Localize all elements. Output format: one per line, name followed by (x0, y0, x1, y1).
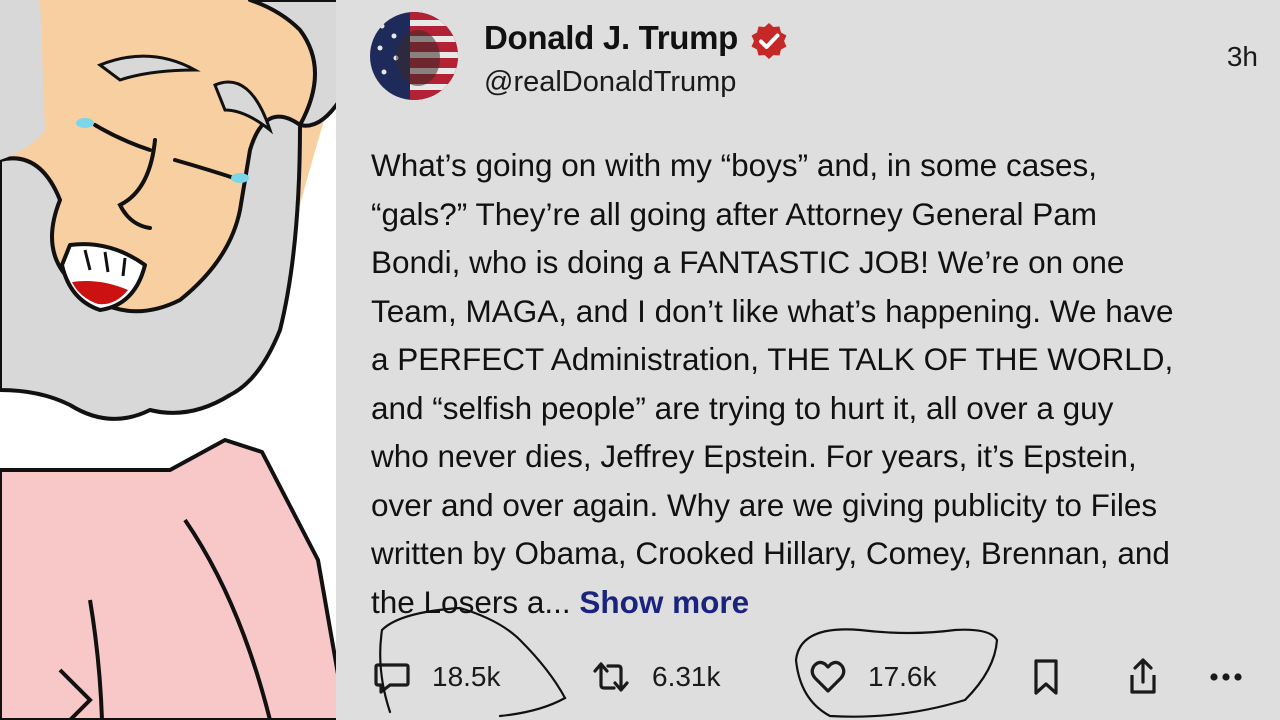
post-timestamp[interactable]: 3h (1227, 41, 1258, 73)
post-card: Donald J. Trump @realDonaldTrump 3h What… (336, 0, 1280, 720)
share-icon (1130, 658, 1156, 694)
crying-cartoon-image (0, 0, 360, 720)
repost-icon (593, 662, 629, 692)
verified-badge-icon (751, 23, 787, 59)
post-text-content: What’s going on with my “boys” and, in s… (371, 147, 1174, 620)
bookmark-icon (1034, 659, 1058, 695)
like-count: 17.6k (868, 661, 937, 692)
share-button[interactable] (1124, 648, 1162, 706)
post-text: What’s going on with my “boys” and, in s… (371, 141, 1271, 626)
more-icon (1210, 673, 1242, 681)
author-handle[interactable]: @realDonaldTrump (484, 66, 736, 99)
reply-count: 18.5k (432, 661, 501, 692)
more-options-button[interactable] (1208, 648, 1244, 706)
flag-portrait-image (370, 12, 458, 100)
author-name[interactable]: Donald J. Trump (484, 19, 738, 57)
reply-button[interactable]: 18.5k (372, 648, 501, 706)
screenshot: Donald J. Trump @realDonaldTrump 3h What… (0, 0, 1280, 720)
post-actions-bar: 18.5k 6.31k 17.6k (336, 648, 1280, 706)
show-more-link[interactable]: Show more (579, 584, 749, 620)
heart-icon (810, 660, 846, 693)
author-avatar[interactable] (370, 12, 458, 100)
bookmark-button[interactable] (1029, 648, 1063, 706)
like-button[interactable]: 17.6k (808, 648, 937, 706)
repost-count: 6.31k (652, 661, 721, 692)
repost-button[interactable]: 6.31k (590, 648, 721, 706)
reply-icon (374, 663, 410, 694)
